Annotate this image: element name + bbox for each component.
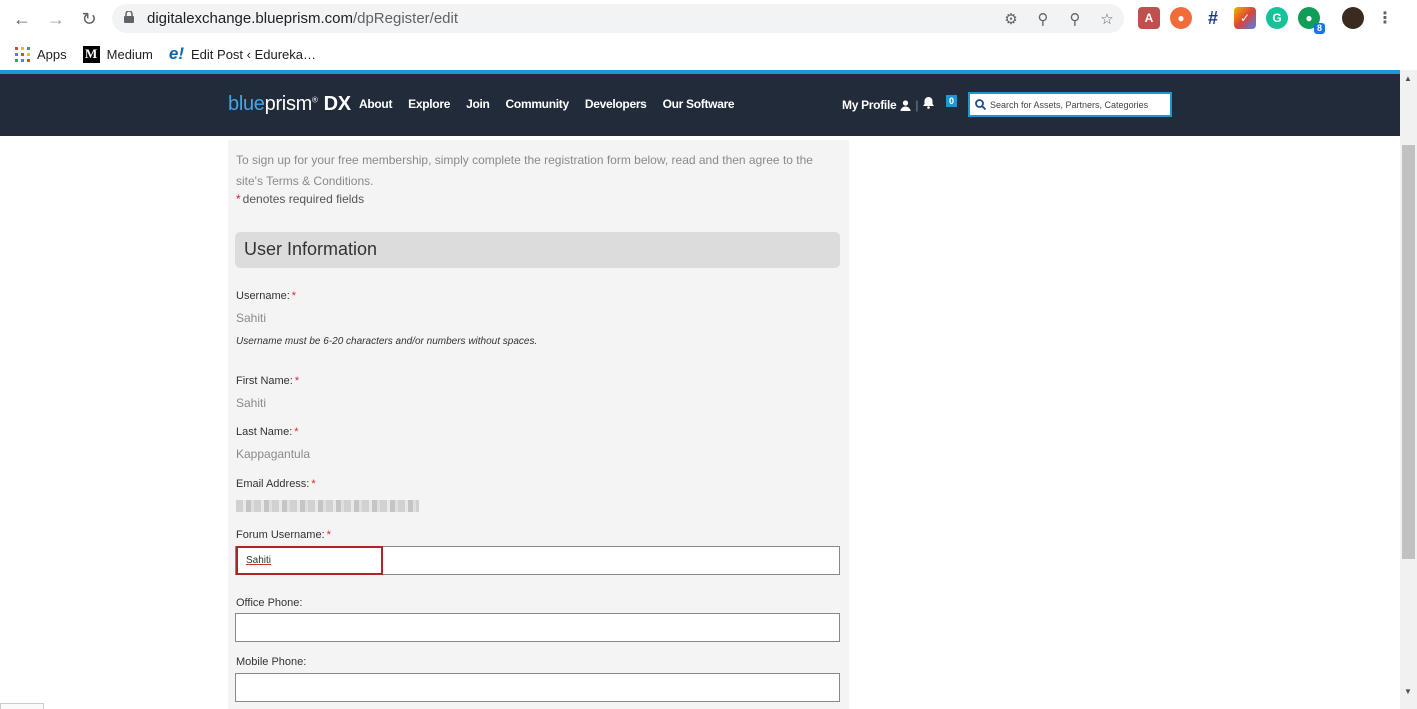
forum-username-label-text: Forum Username:	[236, 529, 325, 541]
intro-text: To sign up for your free membership, sim…	[236, 153, 813, 188]
office-phone-input[interactable]	[235, 613, 840, 642]
registration-form: To sign up for your free membership, sim…	[228, 140, 849, 709]
forum-username-label: Forum Username: *	[236, 529, 331, 541]
logo-prism-text: prism	[264, 93, 313, 115]
back-icon[interactable]: ←	[10, 7, 34, 31]
last-name-label: Last Name: *	[236, 426, 299, 438]
email-label: Email Address: *	[236, 478, 316, 490]
section-header-user-information: User Information	[235, 232, 840, 268]
nav-join[interactable]: Join	[466, 97, 490, 111]
mobile-phone-label: Mobile Phone:	[236, 656, 307, 668]
my-profile-label: My Profile	[842, 98, 897, 112]
medium-logo-icon: M	[82, 45, 100, 63]
nav-community[interactable]: Community	[506, 97, 570, 111]
mobile-phone-input[interactable]	[235, 673, 840, 702]
color-extension-icon[interactable]: ✓	[1234, 7, 1256, 29]
nav-our-software[interactable]: Our Software	[663, 97, 735, 111]
bookmark-apps[interactable]: Apps	[15, 46, 67, 62]
url-path: /dpRegister/edit	[352, 10, 459, 27]
search-icon	[975, 99, 986, 110]
required-marker: *	[294, 426, 299, 438]
lock-icon	[124, 11, 134, 23]
url-host: digitalexchange.blueprism.com	[147, 10, 353, 27]
last-name-value: Kappagantula	[236, 447, 311, 461]
my-profile-link[interactable]: My Profile |	[842, 98, 918, 112]
bookmark-label: Medium	[106, 46, 153, 62]
edureka-logo-icon: e!	[168, 44, 185, 63]
user-icon	[900, 99, 911, 111]
nav-explore[interactable]: Explore	[408, 97, 450, 111]
nav-developers[interactable]: Developers	[585, 97, 647, 111]
site-search-input[interactable]	[990, 99, 1170, 110]
required-note: * denotes required fields	[236, 192, 364, 206]
email-label-text: Email Address:	[236, 478, 310, 490]
status-bubble	[0, 703, 44, 709]
username-hint: Username must be 6-20 characters and/or …	[236, 336, 538, 347]
page-scrollbar[interactable]: ▲ ▼	[1400, 70, 1417, 709]
bookmarks-bar: Apps M Medium e! Edit Post ‹ Edureka…	[0, 38, 1417, 70]
address-bar[interactable]: digitalexchange.blueprism.com/dpRegister…	[112, 4, 1124, 33]
logo-dx-text: DX	[323, 93, 351, 115]
pdf-extension-icon[interactable]: A	[1138, 7, 1160, 29]
zoom-icon[interactable]: ⚲	[1064, 8, 1086, 30]
bookmark-star-icon[interactable]: ☆	[1096, 8, 1118, 30]
bookmark-medium[interactable]: M Medium	[82, 45, 153, 63]
browser-toolbar: ← → ↻ digitalexchange.blueprism.com/dpRe…	[0, 0, 1417, 38]
required-marker: *	[326, 529, 331, 541]
bookmark-edureka[interactable]: e! Edit Post ‹ Edureka…	[169, 44, 316, 64]
bell-icon[interactable]	[922, 96, 935, 112]
profile-avatar[interactable]	[1342, 7, 1364, 29]
highlight-annotation	[236, 546, 383, 575]
email-value-blurred	[236, 500, 419, 512]
username-label-text: Username:	[236, 290, 290, 302]
cookie-blocked-icon[interactable]: ⚙	[1000, 8, 1022, 30]
bookmark-label: Edit Post ‹ Edureka…	[191, 46, 317, 62]
site-header: blueprism® DX About Explore Join Communit…	[0, 74, 1400, 136]
extension-orange-icon[interactable]: ●	[1170, 7, 1192, 29]
required-star: *	[236, 192, 241, 206]
bookmark-label: Apps	[37, 46, 67, 62]
key-icon[interactable]: ⚲	[1032, 8, 1054, 30]
scroll-thumb[interactable]	[1402, 145, 1415, 559]
first-name-value: Sahiti	[236, 396, 267, 410]
username-value: Sahiti	[236, 311, 267, 325]
kebab-menu-icon[interactable]: ⋮	[1374, 7, 1396, 29]
username-label: Username: *	[236, 290, 296, 302]
required-marker: *	[291, 290, 297, 302]
url-text: digitalexchange.blueprism.com/dpRegister…	[147, 10, 458, 27]
scroll-up-icon[interactable]: ▲	[1404, 74, 1412, 83]
extension-badge: 8	[1313, 23, 1325, 34]
notification-count-badge[interactable]: 0	[946, 95, 958, 107]
logo-blue-text: blue	[228, 93, 265, 115]
required-note-text: denotes required fields	[242, 192, 365, 206]
forward-icon[interactable]: →	[44, 7, 68, 31]
reload-icon[interactable]: ↻	[77, 7, 101, 31]
main-nav: About Explore Join Community Developers …	[359, 97, 735, 111]
required-marker: *	[294, 375, 300, 387]
blueprism-dx-logo[interactable]: blueprism® DX	[228, 93, 351, 116]
scroll-down-icon[interactable]: ▼	[1404, 687, 1412, 696]
required-marker: *	[311, 478, 316, 490]
last-name-label-text: Last Name:	[236, 426, 293, 438]
first-name-label-text: First Name:	[236, 375, 293, 387]
apps-grid-icon	[15, 46, 30, 62]
grammarly-icon[interactable]: G	[1266, 7, 1288, 29]
office-phone-label: Office Phone:	[236, 597, 303, 609]
nav-about[interactable]: About	[359, 97, 392, 111]
logo-mark: ®	[312, 95, 318, 105]
extension-green-icon[interactable]: ● 8	[1298, 7, 1325, 34]
site-search-box[interactable]	[968, 92, 1172, 117]
first-name-label: First Name: *	[236, 375, 299, 387]
divider: |	[915, 98, 919, 112]
hash-extension-icon[interactable]: #	[1202, 7, 1224, 29]
